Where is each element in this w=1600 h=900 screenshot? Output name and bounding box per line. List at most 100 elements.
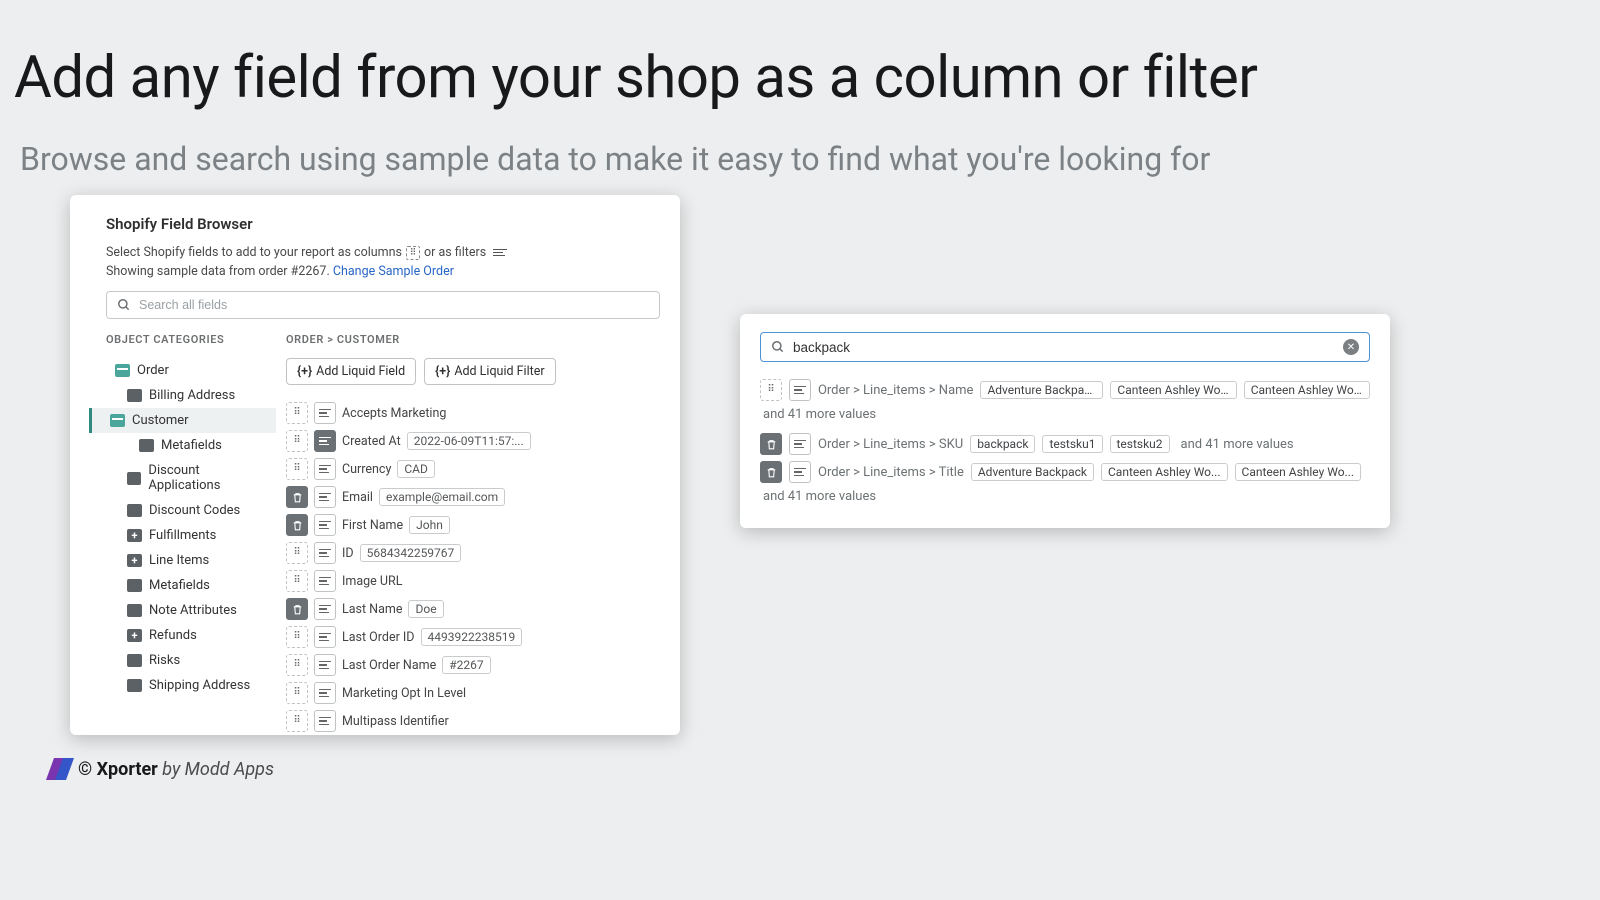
add-column-button[interactable]: ⠿ [286, 626, 308, 648]
category-item[interactable]: Discount Applications [106, 458, 276, 498]
add-filter-button[interactable] [314, 626, 336, 648]
change-sample-link[interactable]: Change Sample Order [333, 264, 454, 279]
add-filter-button[interactable] [314, 570, 336, 592]
category-label: Line Items [149, 553, 209, 568]
add-filter-button[interactable] [314, 654, 336, 676]
result-value-pill: Canteen Ashley Wo... [1110, 381, 1236, 399]
add-column-icon: ⠿ [406, 246, 420, 260]
result-value-pill: Adventure Backpack [971, 463, 1094, 481]
folder-icon [127, 504, 142, 517]
expand-icon: + [127, 554, 142, 567]
field-name: Last Order ID [342, 630, 415, 645]
category-label: Metafields [161, 438, 222, 453]
category-label: Customer [132, 413, 189, 428]
add-column-button[interactable]: ⠿ [286, 542, 308, 564]
field-row: ⠿ Accepts Marketing [286, 399, 660, 427]
search-input[interactable] [139, 298, 649, 312]
field-name: Last Order Name [342, 658, 436, 673]
field-row: Emailexample@email.com [286, 483, 660, 511]
field-row: ⠿ Multipass Identifier [286, 707, 660, 735]
add-liquid-field-button[interactable]: {+}Add Liquid Field [286, 358, 416, 385]
result-more: and 41 more values [760, 486, 1370, 512]
add-column-button[interactable]: ⠿ [760, 379, 782, 401]
field-row: ⠿ID5684342259767 [286, 539, 660, 567]
field-browser-panel: Shopify Field Browser Select Shopify fie… [70, 195, 680, 735]
remove-column-button[interactable] [286, 486, 308, 508]
search-all-fields[interactable] [106, 291, 660, 319]
category-label: Discount Applications [148, 463, 270, 493]
add-filter-button[interactable] [314, 542, 336, 564]
add-liquid-filter-button[interactable]: {+}Add Liquid Filter [424, 358, 555, 385]
add-filter-button[interactable] [314, 514, 336, 536]
category-label: Refunds [149, 628, 197, 643]
category-item[interactable]: Risks [106, 648, 276, 673]
category-item[interactable]: Order [106, 358, 276, 383]
field-name: Currency [342, 462, 391, 477]
categories-heading: OBJECT CATEGORIES [106, 333, 276, 346]
category-label: Metafields [149, 578, 210, 593]
category-item[interactable]: +Fulfillments [106, 523, 276, 548]
add-filter-button[interactable] [789, 461, 811, 483]
result-path: Order > Line_items > Title [818, 465, 964, 480]
remove-column-button[interactable] [286, 514, 308, 536]
field-name: Multipass Identifier [342, 714, 449, 729]
add-column-button[interactable]: ⠿ [286, 430, 308, 452]
add-filter-button[interactable] [314, 710, 336, 732]
search-result-row: Order > Line_items > Title Adventure Back… [760, 458, 1370, 486]
add-column-button[interactable]: ⠿ [286, 654, 308, 676]
result-path: Order > Line_items > SKU [818, 437, 963, 452]
remove-column-button[interactable] [760, 461, 782, 483]
category-label: Note Attributes [149, 603, 237, 618]
remove-column-button[interactable] [286, 598, 308, 620]
add-filter-button[interactable] [314, 402, 336, 424]
folder-icon [127, 654, 142, 667]
folder-icon [127, 604, 142, 617]
add-filter-button[interactable] [314, 682, 336, 704]
category-item[interactable]: Billing Address [106, 383, 276, 408]
result-path: Order > Line_items > Name [818, 383, 974, 398]
breadcrumb: ORDER > CUSTOMER [286, 333, 660, 346]
page-subhead: Browse and search using sample data to m… [20, 140, 1210, 178]
search-icon [117, 298, 131, 312]
category-item[interactable]: Customer [89, 408, 276, 433]
clear-search-button[interactable]: ✕ [1343, 339, 1359, 355]
add-column-button[interactable]: ⠿ [286, 458, 308, 480]
category-label: Risks [149, 653, 180, 668]
field-name: Accepts Marketing [342, 406, 446, 421]
field-value-pill: 2022-06-09T11:57:... [407, 432, 531, 450]
field-value-pill: #2267 [442, 656, 490, 674]
category-item[interactable]: Note Attributes [106, 598, 276, 623]
add-filter-button[interactable] [314, 458, 336, 480]
search-input-value[interactable] [793, 340, 1335, 355]
add-column-button[interactable]: ⠿ [286, 710, 308, 732]
category-label: Fulfillments [149, 528, 216, 543]
field-value-pill: example@email.com [379, 488, 505, 506]
add-filter-button[interactable] [314, 598, 336, 620]
search-field-focused[interactable]: ✕ [760, 332, 1370, 362]
add-filter-button[interactable] [314, 430, 336, 452]
category-item[interactable]: + Line Items [106, 548, 276, 573]
add-filter-button[interactable] [789, 379, 811, 401]
field-row: ⠿ Marketing Opt In Level [286, 679, 660, 707]
result-value-pill: backpack [970, 435, 1035, 453]
category-item[interactable]: +Refunds [106, 623, 276, 648]
field-name: Marketing Opt In Level [342, 686, 466, 701]
add-column-button[interactable]: ⠿ [286, 402, 308, 424]
category-item[interactable]: Discount Codes [106, 498, 276, 523]
folder-icon [127, 579, 142, 592]
search-results-panel: ✕ ⠿ Order > Line_items > Name Adventure Ba… [740, 314, 1390, 528]
add-column-button[interactable]: ⠿ [286, 570, 308, 592]
add-column-button[interactable]: ⠿ [286, 682, 308, 704]
field-name: Created At [342, 434, 401, 449]
category-item[interactable]: Metafields [106, 433, 276, 458]
remove-column-button[interactable] [760, 433, 782, 455]
category-label: Shipping Address [149, 678, 250, 693]
category-item[interactable]: Metafields [106, 573, 276, 598]
add-filter-button[interactable] [789, 433, 811, 455]
category-item[interactable]: Shipping Address [106, 673, 276, 698]
field-value-pill: 5684342259767 [360, 544, 462, 562]
field-row: ⠿ Created At 2022-06-09T11:57:... [286, 427, 660, 455]
field-name: Image URL [342, 574, 402, 589]
folder-icon [139, 439, 154, 452]
add-filter-button[interactable] [314, 486, 336, 508]
